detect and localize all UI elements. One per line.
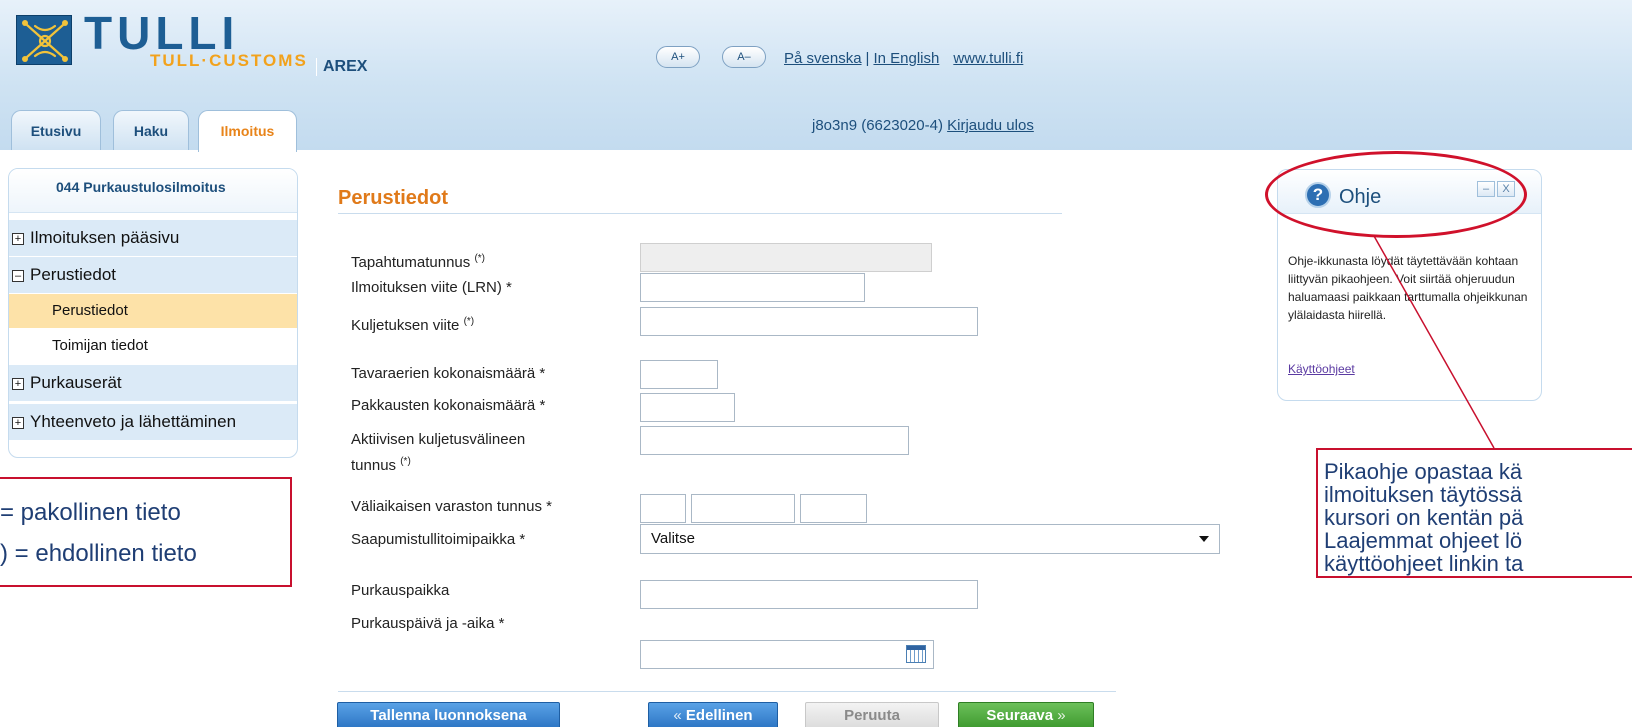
legend-box: = pakollinen tieto ) = ehdollinen tieto <box>0 477 292 587</box>
tavaraerien-maara-label: Tavaraerien kokonaismäärä * <box>351 365 546 382</box>
logo-subtitle: TULL·CUSTOMS <box>150 51 308 70</box>
collapse-icon[interactable]: – <box>12 270 24 282</box>
purkauspaiva-field[interactable] <box>640 640 934 669</box>
title-divider <box>338 213 1062 214</box>
next-label: Seuraava <box>986 707 1054 724</box>
font-smaller-button[interactable]: A– <box>722 46 766 68</box>
nav-subitem-perustiedot[interactable]: Perustiedot <box>9 294 297 328</box>
nav-title: 044 Purkaustulosilmoitus <box>9 169 297 213</box>
kuljetusvaline-label-line1: Aktiivisen kuljetusvälineen <box>351 431 526 448</box>
purkauspaiva-label: Purkauspäivä ja -aika * <box>351 615 505 632</box>
varasto-field-3[interactable] <box>800 494 867 523</box>
tapahtumatunnus-field <box>640 243 932 272</box>
save-draft-button[interactable]: Tallenna luonnoksena <box>337 702 560 727</box>
chevron-right-icon: » <box>1057 707 1066 724</box>
annotation-ellipse <box>1265 151 1527 238</box>
lrn-label: Ilmoituksen viite (LRN) * <box>351 279 512 296</box>
nav-subitem-toimijan-tiedot[interactable]: Toimijan tiedot <box>9 329 297 363</box>
tab-etusivu[interactable]: Etusivu <box>11 110 101 150</box>
nav-item-label: Ilmoituksen pääsivu <box>30 228 180 247</box>
varasto-field-2[interactable] <box>691 494 795 523</box>
app-name: AREX <box>316 58 367 76</box>
callout-line: käyttöohjeet linkin ta <box>1324 551 1524 576</box>
nav-item-yhteenveto[interactable]: + Yhteenveto ja lähettäminen <box>9 404 297 440</box>
previous-button[interactable]: « Edellinen <box>648 702 778 727</box>
tavaraerien-maara-field[interactable] <box>640 360 718 389</box>
language-links: På svenska | In English www.tulli.fi <box>784 50 1023 68</box>
tulli-site-link[interactable]: www.tulli.fi <box>953 50 1023 67</box>
next-button[interactable]: Seuraava » <box>958 702 1094 727</box>
expand-icon[interactable]: + <box>12 378 24 390</box>
kuljetusvaline-label-line2: tunnus (*) <box>351 456 411 474</box>
tullitoimipaikka-label: Saapumistullitoimipaikka * <box>351 531 526 548</box>
help-manual-link[interactable]: Käyttöohjeet <box>1288 361 1355 377</box>
help-text: Ohje-ikkunasta löydät täytettävään kohta… <box>1288 254 1528 322</box>
legend-conditional: ) = ehdollinen tieto <box>0 540 197 567</box>
link-separator: | <box>865 50 870 67</box>
purkauspaikka-label: Purkauspaikka <box>351 582 450 599</box>
chevron-left-icon: « <box>673 707 682 724</box>
annotation-callout: Pikaohje opastaa kä ilmoituksen täytössä… <box>1316 448 1632 578</box>
nav-item-perustiedot[interactable]: – Perustiedot <box>9 257 297 293</box>
page-title: Perustiedot <box>338 187 449 209</box>
cancel-button: Peruuta <box>805 702 939 727</box>
callout-line: ilmoituksen täytössä <box>1324 482 1523 507</box>
previous-label: Edellinen <box>685 707 753 724</box>
form-divider <box>338 691 1116 692</box>
nav-item-paasivu[interactable]: + Ilmoituksen pääsivu <box>9 220 297 256</box>
tab-ilmoitus[interactable]: Ilmoitus <box>198 110 297 152</box>
nav-item-label: Purkauserät <box>30 373 122 392</box>
user-info: j8o3n9 (6623020-4) Kirjaudu ulos <box>812 117 1034 135</box>
declaration-nav: 044 Purkaustulosilmoitus + Ilmoituksen pä… <box>8 168 298 458</box>
legend-mandatory: = pakollinen tieto <box>0 499 181 526</box>
nav-item-purkauserat[interactable]: + Purkauserät <box>9 365 297 401</box>
nav-item-label: Perustiedot <box>30 265 116 284</box>
customs-emblem-icon <box>16 15 72 65</box>
tullitoimipaikka-select[interactable]: Valitse <box>640 524 1220 554</box>
kuljetusvaline-field[interactable] <box>640 426 909 455</box>
swedish-link[interactable]: På svenska <box>784 50 862 67</box>
select-value: Valitse <box>651 530 695 547</box>
callout-line: Pikaohje opastaa kä <box>1324 459 1523 484</box>
pakkausten-maara-field[interactable] <box>640 393 735 422</box>
chevron-down-icon <box>1199 536 1209 542</box>
english-link[interactable]: In English <box>873 50 939 67</box>
logout-link[interactable]: Kirjaudu ulos <box>947 117 1034 134</box>
callout-line: kursori on kentän pä <box>1324 505 1524 530</box>
expand-icon[interactable]: + <box>12 417 24 429</box>
purkauspaikka-field[interactable] <box>640 580 978 609</box>
callout-line: Laajemmat ohjeet lö <box>1324 528 1523 553</box>
nav-item-label: Yhteenveto ja lähettäminen <box>30 412 237 431</box>
pakkausten-maara-label: Pakkausten kokonaismäärä * <box>351 397 546 414</box>
lrn-field[interactable] <box>640 273 865 302</box>
app-header: TULLI TULL·CUSTOMS AREX A+ A– På svenska… <box>0 0 1632 152</box>
user-id: j8o3n9 (6623020-4) <box>812 117 943 134</box>
kuljetuksen-viite-field[interactable] <box>640 307 978 336</box>
expand-icon[interactable]: + <box>12 233 24 245</box>
varasto-field-1[interactable] <box>640 494 686 523</box>
calendar-icon[interactable] <box>906 645 926 663</box>
tapahtumatunnus-label: Tapahtumatunnus (*) <box>351 253 485 271</box>
varasto-label: Väliaikaisen varaston tunnus * <box>351 498 552 515</box>
font-larger-button[interactable]: A+ <box>656 46 700 68</box>
tab-haku[interactable]: Haku <box>113 110 189 150</box>
emblem-graphic <box>22 20 68 62</box>
logo-wordmark: TULLI <box>84 7 240 59</box>
kuljetuksen-viite-label: Kuljetuksen viite (*) <box>351 316 475 334</box>
